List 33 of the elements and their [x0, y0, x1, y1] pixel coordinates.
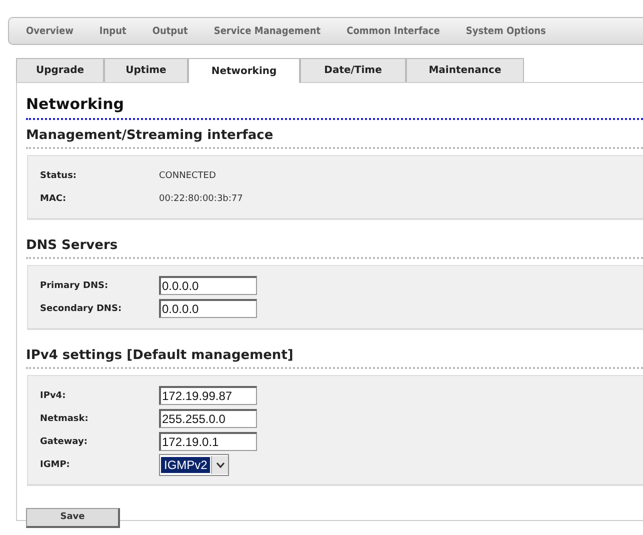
input-field[interactable]: 172.19.99.87 [159, 386, 257, 405]
nav-link[interactable]: System Options [466, 26, 546, 36]
tab[interactable]: Uptime [104, 58, 188, 82]
field-label: Netmask: [40, 414, 90, 424]
section-title: IPv4 settings [Default management] [26, 348, 643, 369]
tab[interactable]: Networking [188, 58, 300, 83]
save-button[interactable]: Save [26, 508, 120, 528]
tab[interactable]: Date/Time [300, 58, 406, 82]
field-label: Gateway: [40, 436, 88, 446]
tab[interactable]: Maintenance [406, 58, 524, 82]
page-title: Networking [26, 95, 125, 113]
field-value: CONNECTED [159, 170, 216, 180]
tab[interactable]: Upgrade [16, 58, 104, 82]
input-field[interactable]: 0.0.0.0 [159, 299, 257, 318]
field-label: MAC: [40, 194, 68, 204]
field-label: Primary DNS: [40, 280, 110, 290]
field-label: Secondary DNS: [40, 304, 123, 314]
dropdown[interactable]: IGMPv2 [159, 454, 230, 476]
section-title: DNS Servers [26, 238, 643, 259]
input-field[interactable]: 172.19.0.1 [159, 432, 257, 451]
field-label: IPv4: [40, 390, 67, 400]
section-title: Management/Streaming interface [26, 128, 643, 149]
nav-link[interactable]: Service Management [214, 26, 321, 36]
caret-icon[interactable] [211, 456, 228, 474]
field-value: 00:22:80:00:3b:77 [159, 194, 243, 204]
nav-link[interactable]: Overview [26, 26, 74, 36]
nav-link[interactable]: Common Interface [346, 26, 440, 36]
field-label: IGMP: [40, 460, 71, 470]
input-field[interactable]: 255.255.0.0 [159, 409, 257, 428]
input-field[interactable]: 0.0.0.0 [159, 276, 257, 295]
nav-link[interactable]: Input [99, 26, 126, 36]
nav-link[interactable]: Output [152, 26, 188, 36]
field-label: Status: [40, 170, 78, 180]
